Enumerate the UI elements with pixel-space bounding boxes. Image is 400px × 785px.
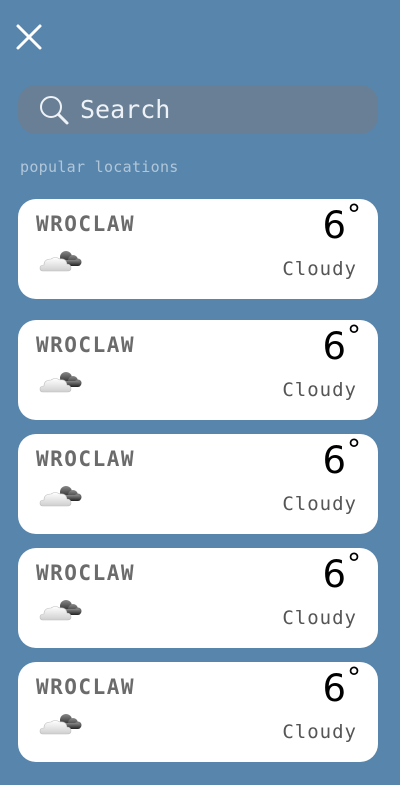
section-label-popular-locations: popular locations (20, 158, 179, 176)
degree-symbol: ° (347, 433, 361, 466)
city-name: WROCLAW (36, 212, 136, 236)
city-name: WROCLAW (36, 447, 136, 471)
search-bar[interactable] (18, 85, 378, 134)
city-name: WROCLAW (36, 333, 136, 357)
cloudy-icon (39, 372, 82, 393)
cloudy-icon (39, 486, 82, 507)
search-icon (38, 94, 70, 126)
search-input[interactable] (80, 95, 340, 124)
weather-condition: Cloudy (282, 493, 357, 515)
close-icon (16, 24, 42, 50)
cloudy-icon (39, 600, 82, 621)
location-card[interactable]: WROCLAW 6 ° Cloudy (18, 434, 378, 534)
close-button[interactable] (14, 22, 44, 52)
location-card[interactable]: WROCLAW 6 ° Cloudy (18, 662, 378, 762)
temperature-value: 6 (322, 667, 346, 710)
weather-condition: Cloudy (282, 607, 357, 629)
temperature-value: 6 (322, 553, 346, 596)
city-name: WROCLAW (36, 561, 136, 585)
location-list: WROCLAW 6 ° Cloudy WROCLAW 6 ° Cloudy WR… (18, 199, 378, 776)
degree-symbol: ° (347, 319, 361, 352)
city-name: WROCLAW (36, 675, 136, 699)
degree-symbol: ° (347, 547, 361, 580)
cloudy-icon (39, 251, 82, 272)
degree-symbol: ° (347, 198, 361, 231)
location-card[interactable]: WROCLAW 6 ° Cloudy (18, 548, 378, 648)
weather-condition: Cloudy (282, 258, 357, 280)
temperature-value: 6 (322, 439, 346, 482)
weather-condition: Cloudy (282, 379, 357, 401)
weather-condition: Cloudy (282, 721, 357, 743)
cloudy-icon (39, 714, 82, 735)
temperature-value: 6 (322, 325, 346, 368)
location-card[interactable]: WROCLAW 6 ° Cloudy (18, 320, 378, 420)
temperature-value: 6 (322, 204, 346, 247)
degree-symbol: ° (347, 661, 361, 694)
location-card[interactable]: WROCLAW 6 ° Cloudy (18, 199, 378, 299)
